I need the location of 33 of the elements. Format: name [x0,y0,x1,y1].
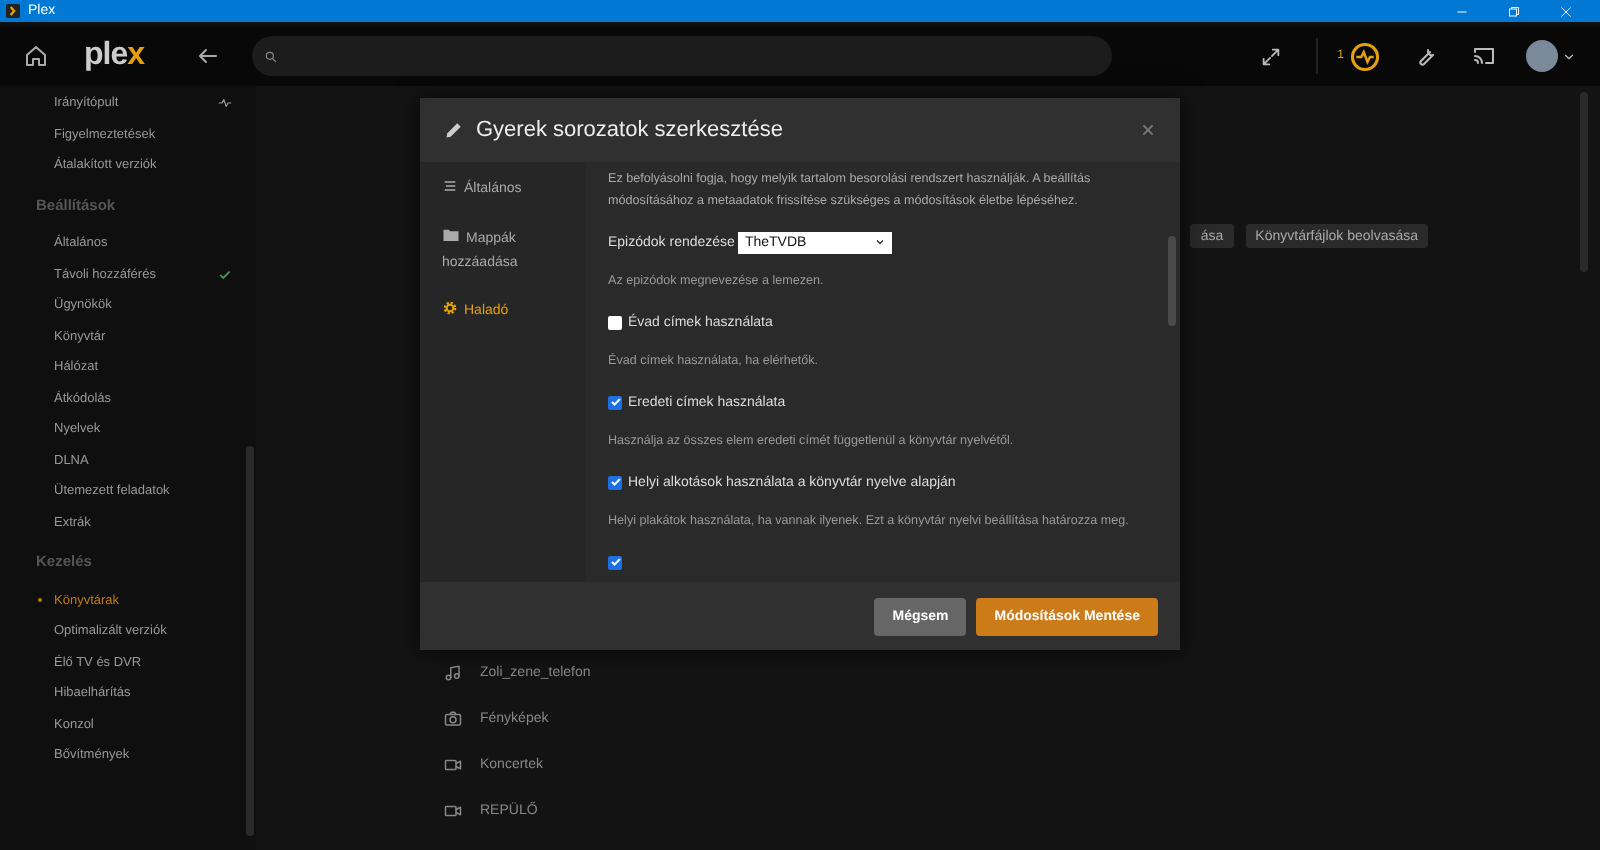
cast-icon[interactable] [1472,44,1496,68]
folder-icon [442,226,460,244]
search-field[interactable] [252,36,1113,76]
caret-icon [874,236,887,248]
checkmark-icon [609,396,621,408]
restore-icon[interactable] [1508,5,1520,17]
checkmark-icon [218,267,232,282]
camera-icon [444,710,462,728]
checkbox[interactable] [608,555,622,569]
list-icon [442,178,458,194]
caret-icon [1562,49,1576,63]
close-icon[interactable] [1140,122,1156,138]
pencil-icon [444,120,464,140]
expand-icon[interactable] [1259,45,1282,67]
app-icon [6,4,20,18]
gear-icon [442,300,458,316]
checkbox[interactable] [608,315,622,329]
dialog-title: Gyerek sorozatok szerkesztése [476,118,785,142]
checkbox[interactable] [608,475,622,489]
video-camera-icon [444,802,462,820]
back-arrow-icon[interactable] [196,44,221,68]
pulse-icon [218,96,232,111]
home-icon [24,44,48,68]
video-camera-icon [444,756,462,774]
wrench-icon[interactable] [1414,44,1438,68]
plex-logo[interactable]: plex [84,38,145,74]
checkmark-icon [609,476,621,488]
checkbox[interactable] [608,395,622,409]
avatar[interactable] [1526,40,1558,72]
music-note-icon [444,664,462,682]
search-icon [264,49,279,63]
checkmark-icon [609,556,621,568]
activity-icon[interactable] [1350,41,1380,71]
